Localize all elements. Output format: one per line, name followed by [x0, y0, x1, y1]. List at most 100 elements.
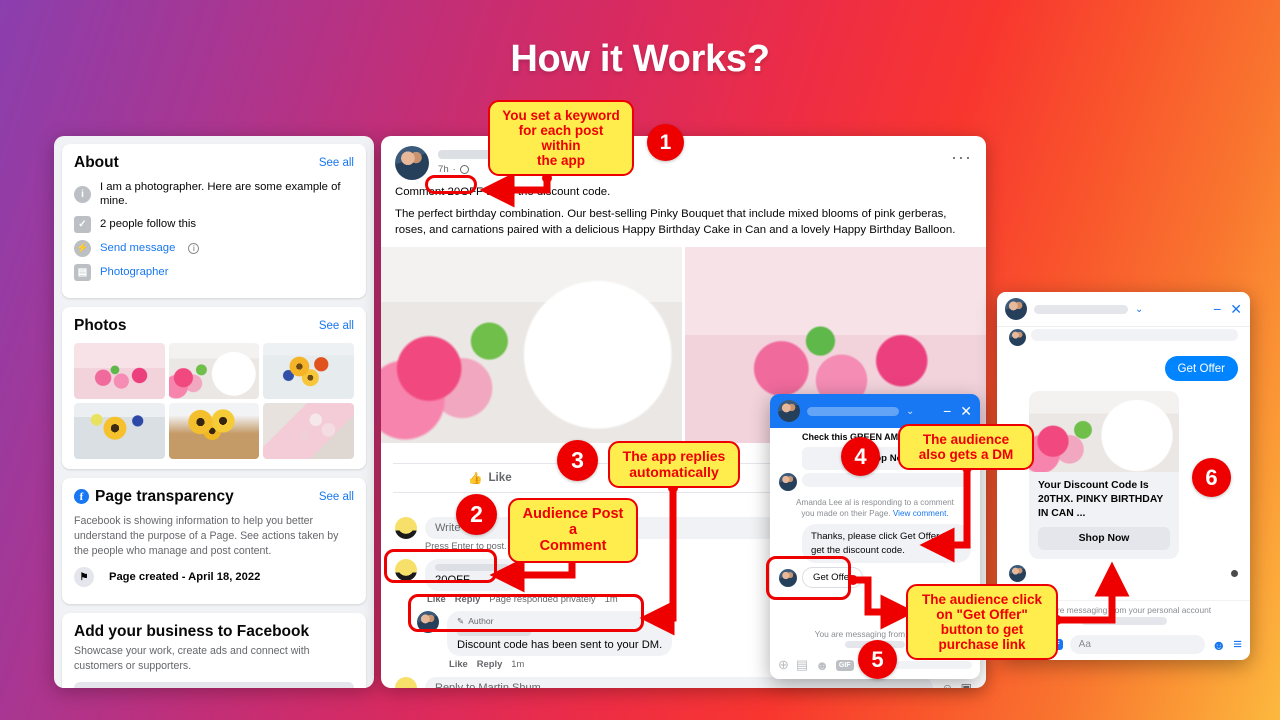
- create-page-button[interactable]: Create Page: [74, 682, 354, 688]
- photo-thumbnail[interactable]: [168, 342, 260, 399]
- about-title: About: [74, 154, 119, 171]
- photo-thumbnail[interactable]: [168, 402, 260, 459]
- messenger-icon: ⚡: [74, 239, 91, 257]
- transparency-body: Facebook is showing information to help …: [74, 514, 339, 557]
- author-reply-highlight-ring: [408, 594, 644, 632]
- profile-sidebar: About See all i I am a photographer. Her…: [54, 136, 374, 688]
- avatar: [395, 676, 417, 688]
- callout-1: You set a keyword for each post within t…: [488, 100, 634, 177]
- messenger-text-input[interactable]: Aa: [1069, 635, 1205, 654]
- image-icon[interactable]: ▤: [796, 657, 808, 673]
- step-number-4: 4: [841, 437, 880, 476]
- about-row-category[interactable]: ▤ Photographer: [74, 263, 354, 281]
- send-message-link[interactable]: Send message: [100, 241, 175, 255]
- page-created-row: ⚑ Page created - April 18, 2022: [74, 567, 354, 587]
- step-number-1: 1: [647, 124, 684, 161]
- seen-indicator: [1231, 570, 1238, 578]
- like-label: Like: [488, 471, 512, 485]
- avatar: [778, 400, 800, 422]
- photo-thumbnail[interactable]: [74, 402, 165, 459]
- keyword-highlight-ring: [425, 175, 477, 194]
- offer-card-image: [1029, 391, 1179, 472]
- step-number-2: 2: [456, 494, 497, 535]
- messenger-window-header: ⌄ − ✕: [997, 292, 1250, 327]
- get-offer-highlight-ring: [766, 556, 851, 600]
- avatar: [1009, 565, 1026, 583]
- post-image[interactable]: [381, 246, 682, 443]
- callout-3: The app replies automatically: [608, 441, 740, 489]
- photo-grid: [74, 342, 354, 459]
- reply-input-placeholder: Reply to Martin Shum...: [435, 681, 550, 688]
- message-placeholder: [802, 473, 971, 488]
- page-title: How it Works?: [510, 38, 770, 80]
- facebook-icon: f: [74, 489, 89, 505]
- about-header: About See all: [74, 154, 354, 172]
- about-row-send-message[interactable]: ⚡ Send message i: [74, 239, 354, 257]
- sticker-icon[interactable]: ☻: [815, 658, 829, 673]
- reply-input-icons: ☺ ▣: [941, 681, 972, 688]
- about-card: About See all i I am a photographer. Her…: [62, 144, 366, 298]
- step-number-6: 6: [1192, 458, 1231, 497]
- minimize-icon[interactable]: −: [1213, 301, 1221, 317]
- photos-header: Photos See all: [74, 317, 354, 335]
- thumbs-up-icon: 👍: [468, 471, 483, 485]
- page-created-text: Page created - April 18, 2022: [109, 571, 261, 583]
- account-name-redacted: [1080, 617, 1167, 625]
- avatar: [779, 473, 797, 492]
- gif-icon[interactable]: GIF: [835, 659, 854, 671]
- comment-like-link[interactable]: Like: [449, 658, 468, 669]
- post-keyword-line: Comment 20OFF to get the discount code.: [395, 184, 972, 200]
- chevron-down-icon[interactable]: ⌄: [1135, 304, 1143, 315]
- about-row-followers: ✓ 2 people follow this: [74, 215, 354, 233]
- plus-icon[interactable]: ⊕: [778, 657, 789, 673]
- globe-icon: [459, 165, 469, 174]
- add-business-body: Showcase your work, create ads and conne…: [74, 645, 310, 673]
- emoji-icon[interactable]: ☻: [1212, 637, 1227, 653]
- offer-card[interactable]: Your Discount Code Is 20THX. PINKY BIRTH…: [1029, 391, 1179, 560]
- photos-see-all-link[interactable]: See all: [319, 320, 354, 332]
- comment-reply-link[interactable]: Reply: [477, 658, 503, 669]
- shop-now-button[interactable]: Shop Now: [1038, 527, 1170, 551]
- flag-icon: ⚑: [74, 567, 94, 587]
- camera-icon[interactable]: ▣: [961, 681, 972, 688]
- avatar[interactable]: [395, 146, 429, 180]
- sent-message-bubble: Get Offer: [1164, 356, 1238, 381]
- close-icon[interactable]: ✕: [1230, 301, 1242, 318]
- comment-text: Discount code has been sent to your DM.: [457, 638, 663, 651]
- category-link[interactable]: Photographer: [100, 265, 168, 279]
- hamburger-icon[interactable]: ≡: [1233, 636, 1242, 653]
- post-time: 7h: [438, 164, 449, 175]
- avatar: [1009, 329, 1026, 346]
- comment-highlight-ring: [384, 549, 497, 583]
- avatar: [1005, 298, 1027, 320]
- send-message-info-icon[interactable]: i: [188, 242, 200, 254]
- slide-canvas: How it Works? About See all i I am a pho…: [0, 0, 1280, 720]
- emoji-icon[interactable]: ☺: [941, 681, 953, 688]
- check-circle-icon: ✓: [74, 215, 91, 233]
- close-icon[interactable]: ✕: [960, 403, 972, 420]
- about-see-all-link[interactable]: See all: [319, 157, 354, 169]
- more-options-icon[interactable]: ···: [951, 146, 972, 166]
- message-placeholder: [1031, 329, 1238, 341]
- add-business-title: Add your business to Facebook: [74, 623, 310, 640]
- chevron-down-icon[interactable]: ⌄: [906, 406, 914, 417]
- transparency-header: f Page transparency See all: [74, 488, 354, 506]
- photo-thumbnail[interactable]: [263, 402, 354, 459]
- post-line1-after: to get the discount code.: [483, 186, 611, 198]
- minimize-icon[interactable]: −: [943, 403, 951, 419]
- about-bio-text: I am a photographer. Here are some examp…: [100, 181, 341, 208]
- transparency-see-all-link[interactable]: See all: [319, 491, 354, 503]
- view-comment-link[interactable]: View comment.: [893, 509, 949, 518]
- messenger-input-placeholder: Aa: [1078, 639, 1091, 650]
- callout-4: The audience also gets a DM: [898, 424, 1034, 471]
- step-number-5: 5: [858, 640, 897, 679]
- photo-thumbnail[interactable]: [74, 342, 165, 399]
- photo-thumbnail[interactable]: [263, 342, 354, 399]
- post-text: Comment 20OFF to get the discount code. …: [381, 184, 986, 247]
- info-icon: i: [74, 185, 91, 203]
- add-business-card: Add your business to Facebook Showcase y…: [62, 613, 366, 688]
- system-note: Amanda Lee al is responding to a comment…: [779, 491, 971, 524]
- photos-title: Photos: [74, 316, 127, 334]
- about-row-bio: i I am a photographer. Here are some exa…: [74, 180, 354, 209]
- page-transparency-card: f Page transparency See all Facebook is …: [62, 477, 366, 604]
